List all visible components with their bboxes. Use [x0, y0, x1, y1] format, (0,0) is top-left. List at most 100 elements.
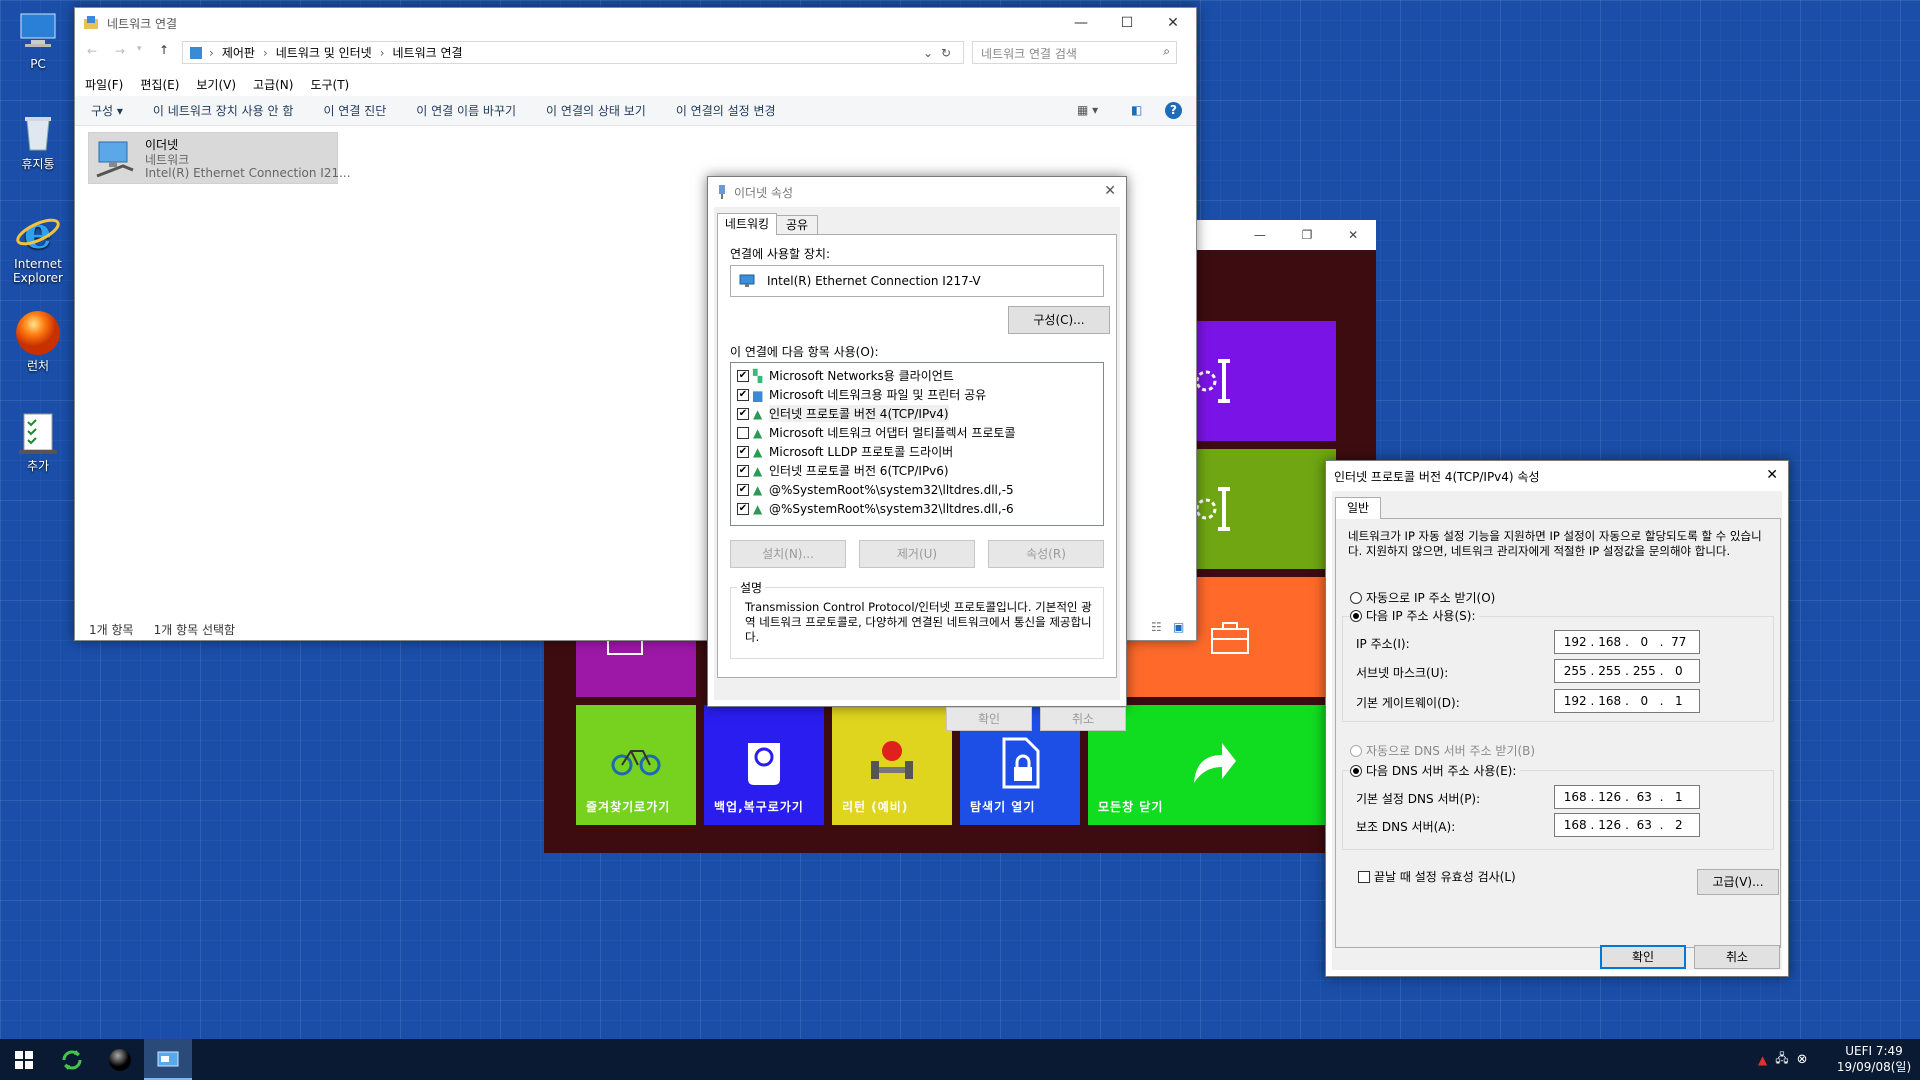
- launcher-side-tile-2[interactable]: [1196, 449, 1336, 569]
- close-button[interactable]: ✕: [1150, 8, 1196, 38]
- minimize-button[interactable]: —: [1058, 8, 1104, 38]
- launcher-side-tile-1[interactable]: [1196, 321, 1336, 441]
- menu-edit[interactable]: 편집(E): [140, 76, 179, 93]
- menu-view[interactable]: 보기(V): [196, 76, 236, 93]
- up-arrow-icon[interactable]: ↑: [159, 43, 169, 57]
- advanced-button[interactable]: 고급(V)...: [1697, 869, 1779, 895]
- radio-button[interactable]: [1350, 744, 1362, 757]
- validate-option[interactable]: 끝날 때 설정 유효성 검사(L): [1358, 868, 1516, 885]
- menu-file[interactable]: 파일(F): [85, 76, 123, 93]
- gateway-field[interactable]: 192. 168. 0. 1: [1554, 689, 1700, 713]
- cmd-disable-device[interactable]: 이 네트워크 장치 사용 안 함: [153, 102, 294, 119]
- start-button[interactable]: [0, 1039, 48, 1080]
- list-item[interactable]: ✔ ▲ Microsoft LLDP 프로토콜 드라이버: [731, 442, 1103, 461]
- launcher-side-tile-4[interactable]: [576, 640, 696, 697]
- list-item[interactable]: ✔ ▲ 인터넷 프로토콜 버전 4(TCP/IPv4): [731, 404, 1103, 423]
- desktop-icon-recycle-bin[interactable]: 휴지통: [6, 108, 70, 171]
- list-item[interactable]: ✔ ▲ @%SystemRoot%\system32\lltdres.dll,-5: [731, 480, 1103, 499]
- close-icon[interactable]: ✕: [1104, 183, 1116, 199]
- item-checkbox[interactable]: ✔: [737, 445, 749, 458]
- launcher-tile-backup[interactable]: 백업,복구로가기: [704, 705, 824, 825]
- desktop-icon-launcher[interactable]: 런처: [6, 310, 70, 373]
- item-checkbox[interactable]: ✔: [737, 388, 749, 401]
- restore-icon[interactable]: ❐: [1302, 228, 1313, 242]
- auto-ip-option[interactable]: 자동으로 IP 주소 받기(O): [1350, 589, 1495, 606]
- ip-address-field[interactable]: 192. 168. 0. 77: [1554, 630, 1700, 654]
- cancel-button[interactable]: 취소: [1694, 945, 1780, 969]
- ok-button[interactable]: 확인: [946, 707, 1032, 731]
- close-icon[interactable]: ✕: [1348, 228, 1358, 242]
- cmd-change-settings[interactable]: 이 연결의 설정 변경: [676, 102, 776, 119]
- list-item[interactable]: ▲ Microsoft 네트워크 어댑터 멀티플렉서 프로토콜: [731, 423, 1103, 442]
- breadcrumb-item[interactable]: 네트워크 및 인터넷: [276, 44, 372, 61]
- manual-dns-option[interactable]: 다음 DNS 서버 주소 사용(E):: [1350, 762, 1521, 779]
- tab-networking[interactable]: 네트워킹: [717, 213, 777, 235]
- network-window-icon: [157, 1051, 179, 1066]
- ok-button[interactable]: 확인: [1600, 945, 1686, 969]
- cancel-button[interactable]: 취소: [1040, 707, 1126, 731]
- auto-dns-option[interactable]: 자동으로 DNS 서버 주소 받기(B): [1350, 742, 1535, 759]
- cmd-rename[interactable]: 이 연결 이름 바꾸기: [416, 102, 516, 119]
- network-tray-icon[interactable]: 🖧: [1775, 1049, 1788, 1070]
- item-checkbox[interactable]: ✔: [737, 369, 749, 382]
- close-icon[interactable]: ✕: [1766, 467, 1778, 483]
- launcher-tile-return[interactable]: 리턴 (예비): [832, 705, 952, 825]
- help-icon[interactable]: ?: [1165, 102, 1182, 119]
- components-list[interactable]: ✔ ▚ Microsoft Networks용 클라이언트 ✔ ▆ Microsoft …: [730, 362, 1104, 526]
- chevron-down-icon[interactable]: ⌄: [923, 46, 933, 60]
- radio-button[interactable]: [1350, 609, 1362, 622]
- menu-advanced[interactable]: 고급(N): [253, 76, 293, 93]
- details-view-icon[interactable]: ☷: [1151, 620, 1162, 634]
- disconnect-icon[interactable]: ⊗: [1797, 1052, 1808, 1067]
- item-checkbox[interactable]: ✔: [737, 502, 749, 515]
- taskbar-app-sync[interactable]: [48, 1039, 96, 1080]
- recent-dropdown-icon[interactable]: ▾: [137, 44, 142, 54]
- breadcrumb-item[interactable]: 네트워크 연결: [393, 44, 463, 61]
- radio-button[interactable]: [1350, 591, 1362, 604]
- item-checkbox[interactable]: ✔: [737, 407, 749, 420]
- uninstall-button[interactable]: 제거(U): [859, 540, 975, 568]
- properties-button[interactable]: 속성(R): [988, 540, 1104, 568]
- menu-tools[interactable]: 도구(T): [310, 76, 349, 93]
- forward-arrow-icon[interactable]: →: [115, 44, 125, 58]
- preferred-dns-field[interactable]: 168. 126. 63. 1: [1554, 785, 1700, 809]
- configure-button[interactable]: 구성(C)...: [1008, 306, 1110, 334]
- tab-sharing[interactable]: 공유: [776, 215, 818, 235]
- clock[interactable]: UEFI 7:49 19/09/08(일): [1832, 1043, 1916, 1075]
- item-checkbox[interactable]: ✔: [737, 464, 749, 477]
- list-item[interactable]: ✔ ▆ Microsoft 네트워크용 파일 및 프린터 공유: [731, 385, 1103, 404]
- view-options-icon[interactable]: ▦ ▾: [1077, 103, 1098, 117]
- red-flag-icon[interactable]: ▲: [1758, 1053, 1767, 1067]
- taskbar-app-orb[interactable]: [96, 1039, 144, 1080]
- breadcrumb-item[interactable]: 제어판: [222, 44, 255, 61]
- maximize-button[interactable]: ☐: [1104, 8, 1150, 38]
- manual-ip-option[interactable]: 다음 IP 주소 사용(S):: [1350, 607, 1480, 624]
- desktop-icon-add[interactable]: 추가: [6, 410, 70, 473]
- back-arrow-icon[interactable]: ←: [87, 44, 97, 58]
- cmd-diagnose[interactable]: 이 연결 진단: [323, 102, 386, 119]
- minimize-icon[interactable]: —: [1254, 228, 1266, 242]
- refresh-icon[interactable]: ↻: [941, 46, 951, 60]
- subnet-mask-field[interactable]: 255. 255. 255. 0: [1554, 659, 1700, 683]
- alternate-dns-field[interactable]: 168. 126. 63. 2: [1554, 813, 1700, 837]
- radio-button[interactable]: [1350, 764, 1362, 777]
- desktop-icon-internet-explorer[interactable]: e Internet Explorer: [6, 208, 70, 285]
- preview-pane-icon[interactable]: ◧: [1131, 103, 1142, 117]
- cmd-view-status[interactable]: 이 연결의 상태 보기: [546, 102, 646, 119]
- search-input[interactable]: 네트워크 연결 검색 ⌕: [972, 41, 1177, 64]
- tab-general[interactable]: 일반: [1335, 497, 1381, 519]
- list-item[interactable]: ✔ ▲ @%SystemRoot%\system32\lltdres.dll,-6: [731, 499, 1103, 518]
- tiles-view-icon[interactable]: ▣: [1173, 620, 1184, 634]
- breadcrumb[interactable]: › 제어판 › 네트워크 및 인터넷 › 네트워크 연결 ⌄ ↻: [182, 41, 964, 64]
- item-checkbox[interactable]: ✔: [737, 483, 749, 496]
- install-button[interactable]: 설치(N)...: [730, 540, 846, 568]
- launcher-tile-favorites[interactable]: 즐겨찾기로가기: [576, 705, 696, 825]
- network-item-ethernet[interactable]: 이더넷 네트워크 Intel(R) Ethernet Connection I2…: [88, 132, 351, 184]
- list-item[interactable]: ✔ ▲ 인터넷 프로토콜 버전 6(TCP/IPv6): [731, 461, 1103, 480]
- item-checkbox[interactable]: [737, 426, 749, 439]
- taskbar-app-network-connections[interactable]: [144, 1039, 192, 1080]
- desktop-icon-pc[interactable]: PC: [6, 8, 70, 71]
- validate-checkbox[interactable]: [1358, 870, 1370, 883]
- cmd-organize[interactable]: 구성 ▾: [91, 102, 123, 119]
- list-item[interactable]: ✔ ▚ Microsoft Networks용 클라이언트: [731, 366, 1103, 385]
